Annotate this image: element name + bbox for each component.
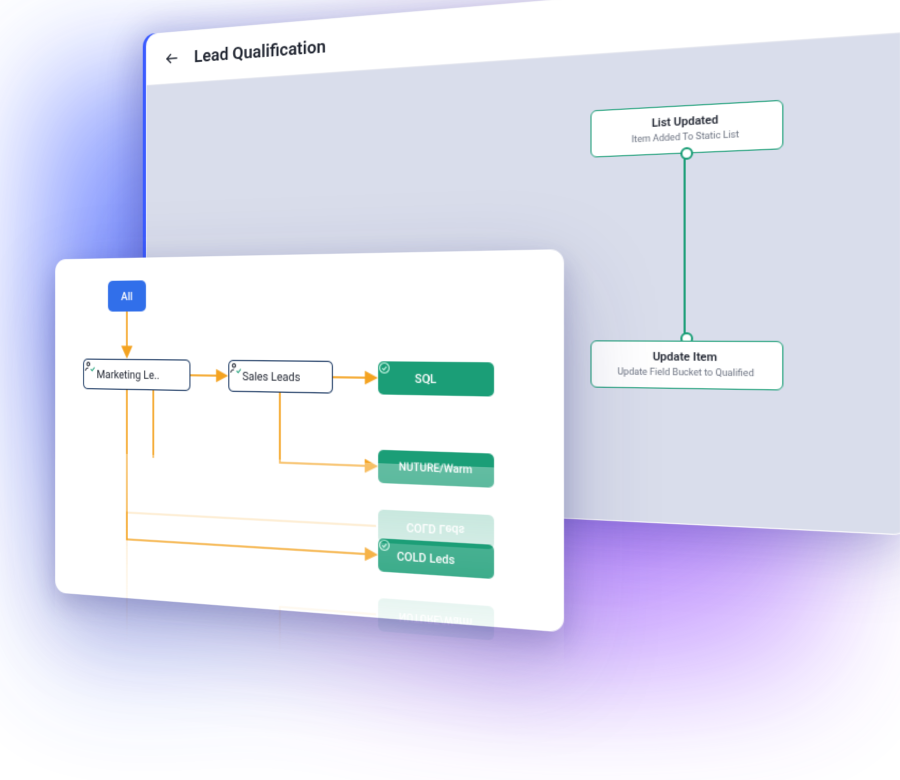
flow-nurture-node[interactable]: NUTURE/Warm bbox=[378, 450, 494, 488]
flow-sales-node[interactable]: Sales Leads bbox=[228, 360, 333, 394]
node-label: All bbox=[121, 289, 133, 303]
node-label: NUTURE/Warm bbox=[399, 461, 472, 476]
workflow-connector bbox=[684, 151, 686, 340]
page-title: Lead Qualification bbox=[194, 35, 326, 67]
flow-marketing-node[interactable]: Marketing Le.. bbox=[83, 359, 190, 391]
perspective-scene: Lead Qualification List Updated Item Add… bbox=[0, 0, 900, 779]
check-circle-icon bbox=[442, 371, 456, 386]
node-label: Marketing Le.. bbox=[97, 367, 160, 381]
node-label: COLD Leds bbox=[397, 549, 455, 567]
node-title: Update Item bbox=[598, 350, 776, 367]
flow-card: All Marketing Le.. Sales Leads bbox=[55, 249, 564, 632]
person-check-icon bbox=[305, 370, 318, 384]
flow-sql-node[interactable]: SQL bbox=[378, 361, 494, 396]
node-label: SQL bbox=[415, 371, 437, 386]
back-arrow-icon[interactable] bbox=[163, 47, 181, 69]
workflow-action-node[interactable]: Update Item Update Field Bucket to Quali… bbox=[590, 340, 783, 390]
check-circle-icon bbox=[460, 553, 474, 569]
node-label: Sales Leads bbox=[242, 369, 300, 384]
person-check-icon bbox=[164, 368, 176, 382]
card-reflection: All Marketing Le.. Sales Leads SQL NUTUR… bbox=[55, 613, 564, 780]
flow-root-node[interactable]: All bbox=[108, 280, 146, 311]
node-subtitle: Update Field Bucket to Qualified bbox=[598, 366, 776, 381]
